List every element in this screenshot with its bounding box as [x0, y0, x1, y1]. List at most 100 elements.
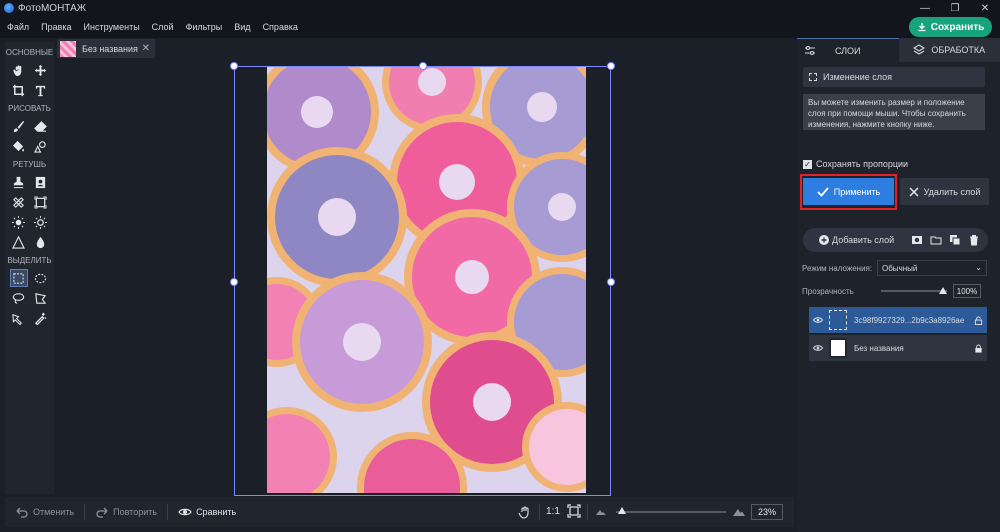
blend-mode-select[interactable]: Обычный ⌄ — [877, 260, 987, 276]
lock-icon[interactable] — [974, 343, 983, 353]
transform-icon — [809, 73, 817, 81]
text-tool-icon[interactable] — [32, 82, 48, 98]
app-window: ФотоМОНТАЖ — ❐ ✕ Файл Правка Инструменты… — [0, 0, 1000, 532]
layer-row-image[interactable]: 3c98f9927329...2b9c3a8926ae — [809, 307, 987, 333]
compare-button[interactable]: Сравнить — [168, 497, 246, 527]
document-tab[interactable]: Без названия ✕ — [57, 39, 155, 58]
trash-icon[interactable] — [968, 234, 980, 246]
layer-thumbnail-background — [829, 338, 847, 358]
restore-icon[interactable]: ❐ — [940, 0, 970, 16]
close-icon[interactable]: ✕ — [970, 0, 1000, 16]
eraser-tool-icon[interactable] — [32, 118, 48, 134]
opacity-slider-knob[interactable] — [939, 287, 947, 294]
lasso-tool-icon[interactable] — [11, 290, 27, 306]
right-panel: СЛОИ ОБРАБОТКА Изменение слоя Вы можете … — [797, 38, 1000, 532]
menu-layer[interactable]: Слой — [145, 22, 179, 32]
layer-thumbnail-image — [829, 310, 847, 330]
redo-button[interactable]: Повторить — [85, 497, 167, 527]
zoom-slider-knob[interactable] — [617, 507, 626, 514]
section-basic: ОСНОВНЫЕ — [5, 48, 54, 57]
portrait-tool-icon[interactable] — [32, 174, 48, 190]
redo-icon — [96, 507, 108, 518]
mask-icon[interactable] — [911, 234, 923, 246]
opacity-slider[interactable] — [881, 290, 947, 292]
tab-layers-label: СЛОИ — [834, 45, 861, 56]
layers-stack-icon — [913, 44, 926, 55]
undo-label: Отменить — [33, 507, 75, 517]
donuts-image — [267, 67, 586, 493]
divider — [539, 504, 540, 520]
layer-name-background: Без названия — [854, 343, 904, 353]
menu-view[interactable]: Вид — [227, 22, 255, 32]
visibility-eye-icon[interactable] — [813, 344, 823, 352]
zoom-out-icon[interactable] — [595, 506, 607, 518]
opacity-value[interactable]: 100% — [953, 284, 981, 298]
brightness-tool-icon[interactable] — [11, 214, 27, 230]
polygon-lasso-tool-icon[interactable] — [32, 290, 48, 306]
blend-mode-value: Обычный — [882, 263, 918, 273]
rect-select-tool-icon[interactable] — [9, 269, 28, 287]
blend-mode-label: Режим наложения: — [802, 264, 873, 273]
apply-button[interactable]: Применить — [803, 178, 894, 205]
save-button[interactable]: Сохранить — [909, 17, 992, 37]
layer-change-header: Изменение слоя — [803, 67, 985, 87]
stamp-tool-icon[interactable] — [11, 174, 27, 190]
brush-tool-icon[interactable] — [11, 118, 27, 134]
menu-tools[interactable]: Инструменты — [77, 22, 145, 32]
crop-tool-icon[interactable] — [11, 82, 27, 98]
delete-layer-label: Удалить слой — [923, 186, 981, 197]
sharpen-tool-icon[interactable] — [11, 234, 27, 250]
hand-pan-icon[interactable] — [518, 505, 532, 521]
actual-size-button[interactable]: 1:1 — [546, 506, 560, 517]
keep-proportions-label: Сохранять пропорции — [816, 159, 909, 169]
ellipse-select-tool-icon[interactable] — [32, 270, 48, 286]
close-x-icon — [909, 186, 919, 197]
shapes-tool-icon[interactable] — [32, 138, 48, 154]
donuts-photo[interactable] — [267, 67, 586, 493]
layer-change-title: Изменение слоя — [823, 72, 892, 82]
unlock-icon[interactable] — [974, 315, 983, 325]
info-text: Вы можете изменить размер и положение сл… — [803, 94, 985, 130]
minimize-icon[interactable]: — — [910, 0, 940, 16]
magic-wand-tool-icon[interactable] — [32, 310, 48, 326]
panel-tabs: СЛОИ ОБРАБОТКА — [797, 38, 1000, 62]
undo-button[interactable]: Отменить — [5, 497, 84, 527]
checkmark-icon: ✓ — [803, 159, 812, 169]
hand-tool-icon[interactable] — [11, 62, 27, 78]
menu-help[interactable]: Справка — [256, 22, 303, 32]
move-tool-icon[interactable] — [32, 62, 48, 78]
settings-tool-icon[interactable] — [32, 214, 48, 230]
keep-proportions-checkbox[interactable]: ✓ Сохранять пропорции — [803, 159, 908, 169]
left-toolbar: ОСНОВНЫЕ РИСОВАТЬ РЕТУШЬ ВЫДЕЛИТЬ — [5, 42, 54, 494]
frame-tool-icon[interactable] — [32, 194, 48, 210]
menu-file[interactable]: Файл — [0, 22, 34, 32]
blur-tool-icon[interactable] — [32, 234, 48, 250]
folder-icon[interactable] — [930, 234, 942, 246]
close-tab-icon[interactable]: ✕ — [142, 43, 150, 54]
duplicate-icon[interactable] — [949, 234, 961, 246]
visibility-eye-icon[interactable] — [813, 316, 823, 324]
layers-toolbar: Добавить слой — [803, 228, 988, 252]
tab-layers[interactable]: СЛОИ — [797, 38, 899, 62]
menu-edit[interactable]: Правка — [34, 22, 76, 32]
compare-label: Сравнить — [196, 507, 237, 517]
section-draw: РИСОВАТЬ — [8, 104, 51, 113]
magic-select-tool-icon[interactable] — [11, 310, 27, 326]
patch-tool-icon[interactable] — [11, 194, 27, 210]
zoom-in-icon[interactable] — [732, 505, 746, 519]
tab-processing[interactable]: ОБРАБОТКА — [898, 38, 1000, 62]
undo-icon — [16, 507, 28, 518]
chevron-down-icon: ⌄ — [975, 263, 982, 272]
menu-filters[interactable]: Фильтры — [179, 22, 228, 32]
delete-layer-button[interactable]: Удалить слой — [900, 178, 989, 205]
zoom-value[interactable]: 23% — [751, 504, 783, 520]
opacity-label: Прозрачность — [802, 287, 854, 296]
check-icon — [817, 186, 829, 197]
fill-tool-icon[interactable] — [11, 138, 27, 154]
layer-row-background[interactable]: Без названия — [809, 335, 987, 361]
document-tab-title: Без названия — [82, 43, 138, 54]
fit-screen-icon[interactable] — [567, 504, 581, 520]
bottom-bar: Отменить Повторить Сравнить 1:1 23% — [5, 497, 794, 527]
zoom-slider[interactable] — [616, 507, 726, 514]
add-layer-button[interactable]: Добавить слой — [819, 235, 894, 245]
